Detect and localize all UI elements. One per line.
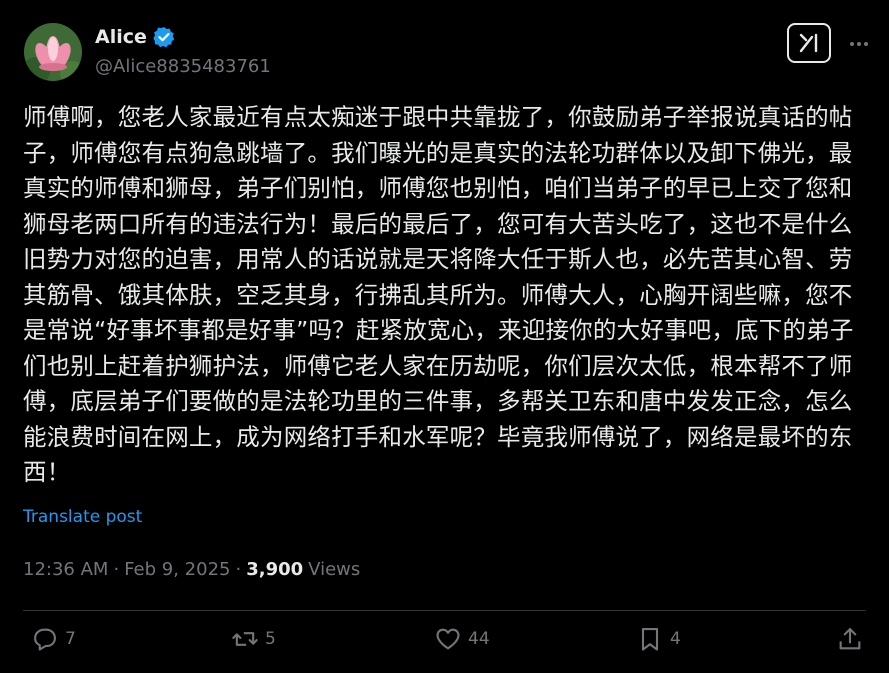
like-count: 44 bbox=[468, 629, 490, 649]
reply-count: 7 bbox=[65, 629, 76, 649]
post-meta: 12:36 AM · Feb 9, 2025 · 3,900 Views bbox=[23, 559, 360, 580]
views-count: 3,900 bbox=[246, 559, 304, 580]
meta-separator: · bbox=[235, 559, 242, 580]
translate-post-link[interactable]: Translate post bbox=[23, 507, 142, 527]
bookmark-count: 4 bbox=[670, 629, 681, 649]
share-icon bbox=[839, 628, 861, 650]
repost-button[interactable]: 5 bbox=[231, 625, 276, 653]
divider bbox=[23, 610, 866, 611]
like-icon bbox=[436, 628, 460, 650]
author-name-row: Alice bbox=[95, 26, 175, 48]
action-bar: 7 5 44 4 bbox=[0, 625, 889, 665]
repost-icon bbox=[232, 632, 258, 646]
bookmark-icon bbox=[641, 628, 659, 651]
post-time[interactable]: 12:36 AM bbox=[23, 559, 108, 580]
more-icon bbox=[850, 42, 868, 46]
grok-icon bbox=[799, 33, 818, 53]
like-button[interactable]: 44 bbox=[434, 625, 490, 653]
grok-button[interactable] bbox=[787, 23, 831, 63]
post-text: 师傅啊，您老人家最近有点太痴迷于跟中共靠拢了，你鼓励弟子举报说真话的帖子，师傅您… bbox=[23, 103, 854, 486]
share-button[interactable] bbox=[836, 625, 864, 653]
avatar[interactable] bbox=[24, 23, 82, 81]
verified-badge-icon[interactable] bbox=[153, 26, 175, 48]
post-date[interactable]: Feb 9, 2025 bbox=[124, 559, 230, 580]
author-name[interactable]: Alice bbox=[95, 26, 147, 48]
meta-separator: · bbox=[113, 559, 120, 580]
reply-icon bbox=[34, 628, 56, 651]
repost-count: 5 bbox=[265, 629, 276, 649]
author-handle[interactable]: @Alice8835483761 bbox=[95, 56, 271, 77]
views-label: Views bbox=[308, 559, 361, 580]
bookmark-button[interactable]: 4 bbox=[636, 625, 681, 653]
reply-button[interactable]: 7 bbox=[31, 625, 76, 653]
more-options-button[interactable] bbox=[846, 30, 874, 58]
lotus-avatar-image bbox=[24, 23, 82, 81]
